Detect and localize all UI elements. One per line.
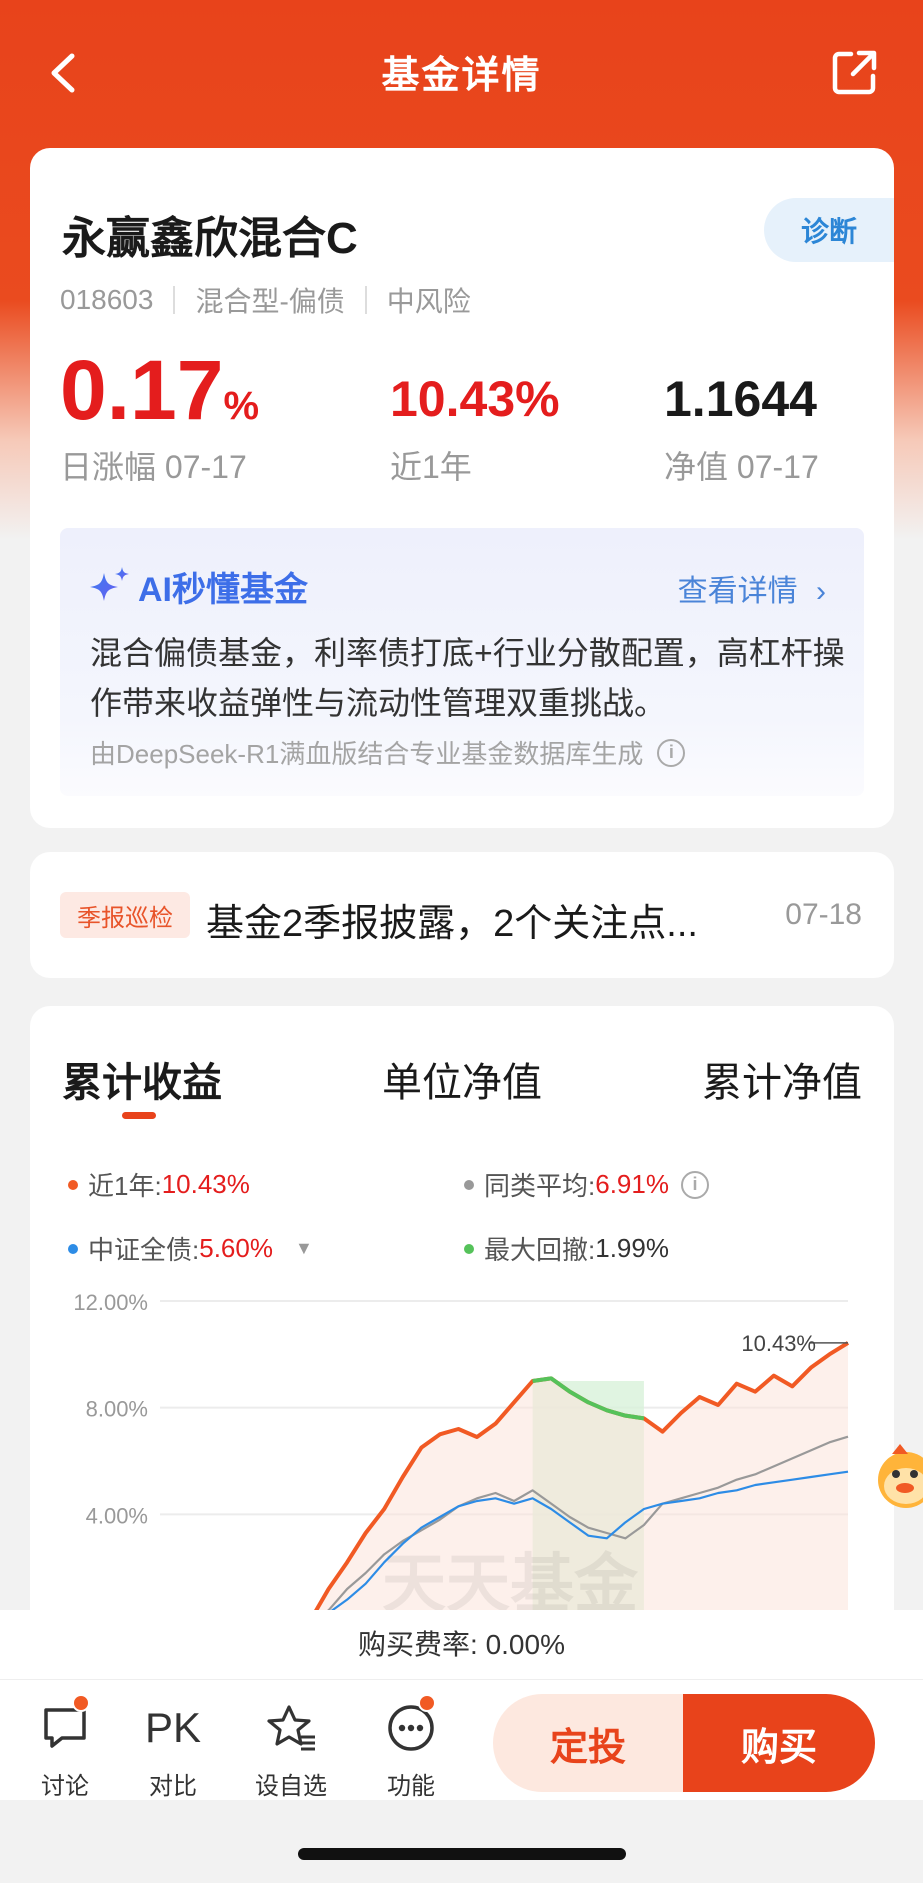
fixed-invest-button[interactable]: 定投 (493, 1694, 683, 1792)
action-buttons: 定投 购买 (493, 1694, 875, 1792)
legend-value: 1.99% (595, 1233, 669, 1263)
pk-icon: PK (144, 1704, 202, 1751)
daily-change-value: 0.17 (60, 343, 224, 437)
star-icon (267, 1705, 315, 1751)
y-tick-label: 8.00% (86, 1397, 148, 1422)
ai-source-text: 由DeepSeek-R1满血版结合专业基金数据库生成 (90, 739, 644, 769)
chevron-right-icon: › (816, 575, 826, 608)
tab-cumulative-return[interactable]: 累计收益 (62, 1050, 222, 1108)
daily-change-label: 日涨幅 07-17 (60, 449, 247, 485)
mascot-icon[interactable] (872, 1430, 923, 1520)
y-tick-label: 12.00% (73, 1290, 148, 1315)
tab-cumulative-nav[interactable]: 累计净值 (702, 1050, 862, 1108)
legend-dot (68, 1179, 78, 1190)
active-tab-indicator (122, 1112, 156, 1119)
legend-value: 6.91% (595, 1169, 669, 1199)
legend-label: 近1年: (88, 1171, 162, 1201)
view-details-label: 查看详情 (677, 575, 798, 608)
legend-benchmark[interactable]: 中证全债: 5.60% ▼ (68, 1230, 313, 1267)
fund-name: 永赢鑫欣混合C (62, 214, 358, 263)
info-icon[interactable]: i (657, 738, 686, 767)
report-date: 07-18 (785, 898, 862, 931)
diagnose-button[interactable]: 诊断 (764, 198, 894, 262)
nav-value: 1.1644 (664, 371, 817, 427)
ai-title: AI秒懂基金 (138, 571, 308, 609)
functions-button[interactable]: 功能 (366, 1694, 456, 1801)
share-icon[interactable] (829, 46, 881, 98)
buy-button[interactable]: 购买 (683, 1694, 875, 1792)
legend-dot (464, 1179, 474, 1190)
ai-summary-text: 混合偏债基金，利率债打底+行业分散配置，高杠杆操作带来收益弹性与流动性管理双重挑… (90, 635, 845, 721)
divider (364, 286, 367, 314)
legend-value: 10.43% (161, 1169, 250, 1199)
view-details-link[interactable]: 查看详情 › (678, 566, 826, 610)
report-tag: 季报巡检 (60, 892, 190, 938)
bottom-toolbar: 讨论 PK 对比 设自选 功能 定投 购买 (0, 1680, 923, 1800)
fund-type: 混合型-偏债 (195, 286, 345, 317)
watchlist-button[interactable]: 设自选 (246, 1702, 336, 1801)
performance-chart-card: 累计收益 单位净值 累计净值 近1年: 10.43% 同类平均: 6.91% i… (30, 1006, 894, 1646)
compare-button[interactable]: PK 对比 (128, 1702, 218, 1801)
legend-label: 最大回撤: (484, 1235, 596, 1265)
legend-value: 5.60% (199, 1233, 273, 1263)
notification-dot (72, 1694, 90, 1712)
one-year-stat: 10.43% 近1年 (390, 371, 560, 485)
home-indicator[interactable] (298, 1848, 626, 1860)
info-icon[interactable]: i (680, 1170, 709, 1199)
discuss-label: 讨论 (41, 1773, 89, 1800)
nav-bar: 基金详情 (0, 30, 923, 114)
one-year-label: 近1年 (390, 449, 472, 485)
watchlist-label: 设自选 (255, 1773, 327, 1800)
legend-label: 同类平均: (484, 1171, 596, 1201)
daily-change-stat: 0.17% 日涨幅 07-17 (60, 348, 260, 485)
legend-dot (464, 1243, 474, 1254)
functions-label: 功能 (387, 1773, 435, 1800)
return-line-chart[interactable]: 12.00%8.00%4.00%天天基金10.43% (30, 1276, 894, 1646)
ai-header: AI秒懂基金 (88, 562, 308, 611)
home-indicator-area (0, 1800, 923, 1883)
legend-dot (68, 1243, 78, 1254)
y-tick-label: 4.00% (86, 1503, 148, 1528)
quarterly-report-card[interactable]: 季报巡检 基金2季报披露，2个关注点... 07-18 (30, 852, 894, 978)
compare-label: 对比 (149, 1773, 197, 1800)
notification-dot (418, 1694, 436, 1712)
legend-one-year: 近1年: 10.43% (68, 1166, 250, 1203)
fund-risk: 中风险 (386, 286, 471, 317)
discuss-button[interactable]: 讨论 (20, 1694, 110, 1801)
end-value-label: 10.43% (741, 1331, 816, 1356)
legend-peer-average: 同类平均: 6.91% i (464, 1166, 709, 1203)
sparkle-icon (90, 566, 129, 601)
ai-source-note: 由DeepSeek-R1满血版结合专业基金数据库生成 i (90, 734, 686, 771)
fund-tags: 018603 混合型-偏债 中风险 (60, 280, 471, 320)
purchase-fee-bar: 购买费率: 0.00% (0, 1610, 923, 1680)
daily-change-unit: % (223, 384, 260, 428)
nav-stat: 1.1644 净值 07-17 (664, 371, 819, 485)
legend-max-drawdown: 最大回撤: 1.99% (464, 1230, 669, 1267)
nav-label: 净值 07-17 (664, 449, 819, 485)
legend-label: 中证全债: (88, 1235, 200, 1265)
one-year-value: 10.43% (390, 371, 560, 427)
divider (173, 286, 176, 314)
tab-unit-nav[interactable]: 单位净值 (382, 1050, 542, 1108)
ai-summary-box[interactable]: AI秒懂基金 查看详情 › 混合偏债基金，利率债打底+行业分散配置，高杠杆操作带… (60, 528, 864, 796)
dropdown-arrow-icon[interactable]: ▼ (295, 1238, 313, 1259)
fund-summary-card: 永赢鑫欣混合C 诊断 018603 混合型-偏债 中风险 0.17% 日涨幅 0… (30, 148, 894, 828)
fund-code: 018603 (60, 284, 154, 315)
report-headline: 基金2季报披露，2个关注点... (206, 903, 698, 945)
page-title: 基金详情 (381, 55, 542, 97)
